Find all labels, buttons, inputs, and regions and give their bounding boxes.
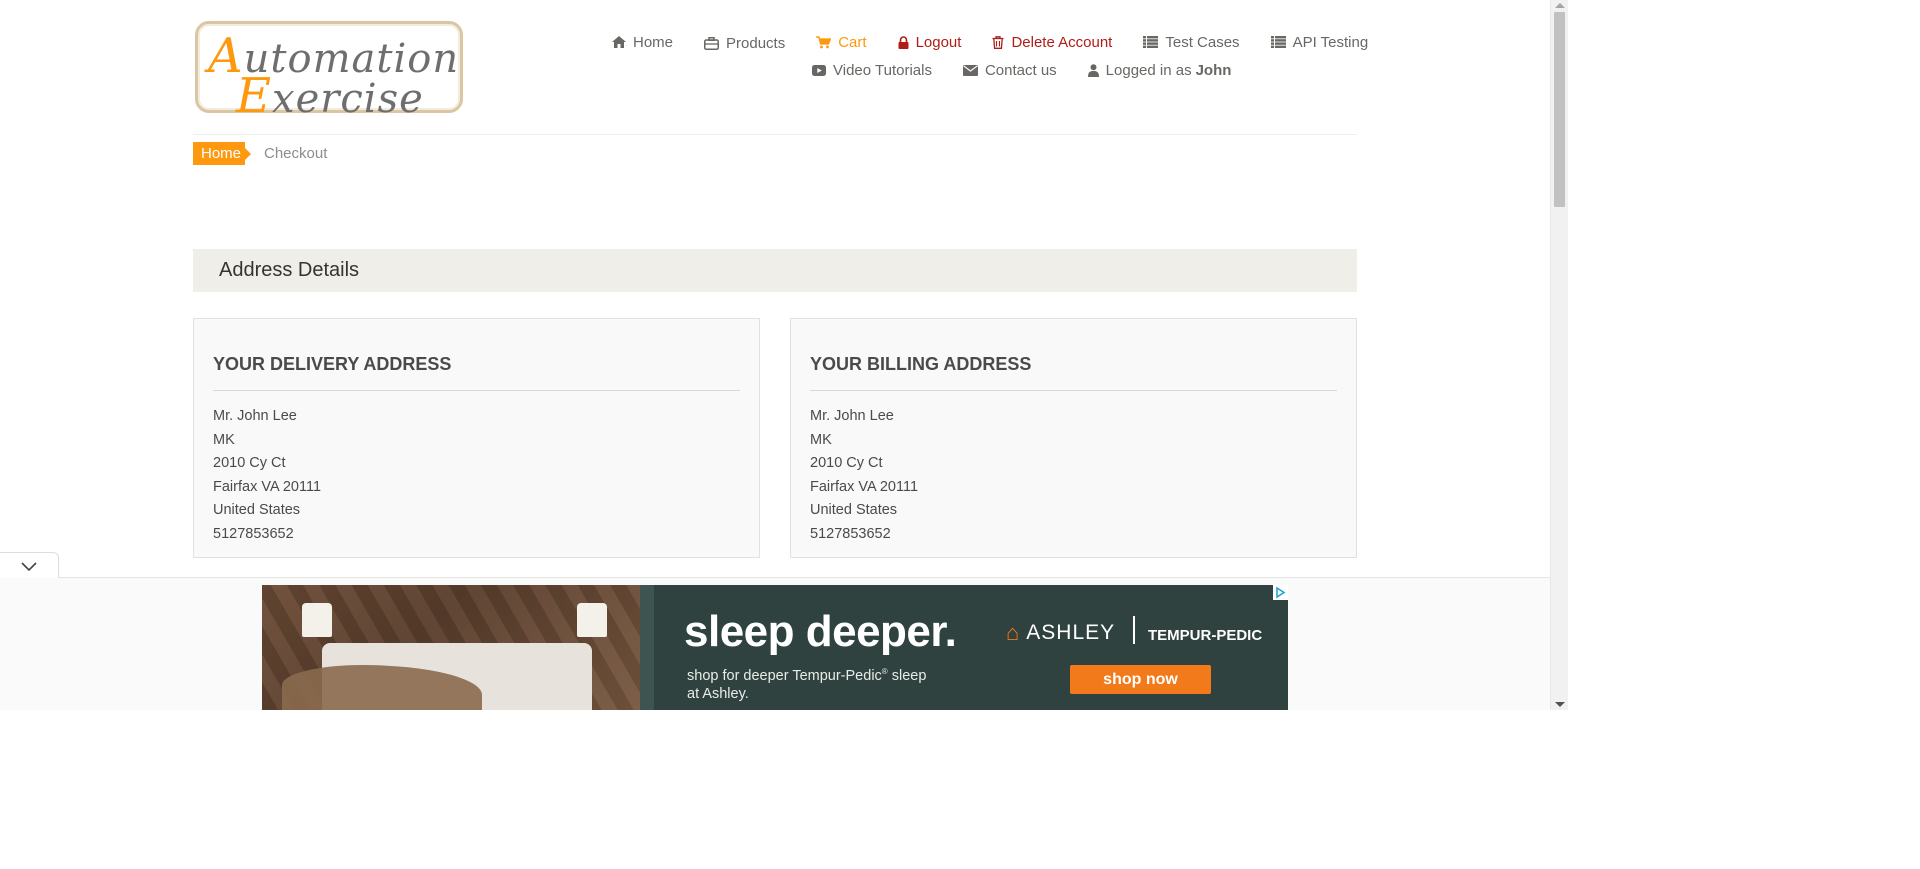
envelope-icon [962,65,978,76]
ad-lamp-right [577,603,607,637]
user-icon [1087,64,1099,77]
trash-icon [992,35,1004,49]
delivery-name: Mr. John Lee [213,408,297,424]
nav-test-cases-label: Test Cases [1165,33,1240,51]
billing-city-state-zip: Fairfax VA 20111 [810,478,919,495]
ad-photo-edge [640,585,654,710]
billing-company: MK [810,431,832,448]
list-icon [1270,36,1286,48]
scroll-down-arrow[interactable] [1555,702,1565,707]
breadcrumb-home[interactable]: Home [193,142,251,165]
nav-delete-account-label: Delete Account [1011,33,1113,51]
logged-in-username: John [1195,62,1232,79]
checkout-page: Automation Exercise Home Products Cart L… [0,0,1568,710]
breadcrumb-current: Checkout [264,145,328,162]
billing-address-title: YOUR BILLING ADDRESS [810,354,1032,374]
ad-collapse-tab[interactable] [0,552,59,578]
nav-video-tutorials-label: Video Tutorials [833,62,932,79]
header-divider [193,134,1357,135]
list-icon [1143,36,1159,48]
ad-banner[interactable]: sleep deeper. shop for deeper Tempur-Ped… [262,585,1288,710]
delivery-address-box: YOUR DELIVERY ADDRESS Mr. John Lee MK 20… [193,318,760,558]
ashley-house-icon: ⌂ [1006,620,1021,645]
billing-name: Mr. John Lee [810,408,894,424]
nav-logged-in-as[interactable]: Logged in as John [1087,62,1232,79]
ad-lamp-left [302,603,332,637]
delivery-street: 2010 Cy Ct [213,455,286,472]
delivery-country: United States [213,502,301,519]
ad-subtext: shop for deeper Tempur-Pedic® sleep at As… [687,667,927,702]
nav-api-testing-label: API Testing [1292,33,1369,51]
delivery-address-lines: Mr. John Lee MK 2010 Cy Ct Fairfax VA 20… [213,405,321,547]
scroll-up-arrow[interactable] [1555,3,1565,8]
nav-logged-in-label: Logged in as [1105,62,1192,79]
billing-address-lines: Mr. John Lee MK 2010 Cy Ct Fairfax VA 20… [810,405,918,547]
nav-test-cases[interactable]: Test Cases [1143,33,1240,51]
address-details-title: Address Details [219,259,360,281]
ad-brand-ashley: ⌂ ASHLEY [1006,620,1116,645]
address-details-header: Address Details [193,249,1357,292]
cart-icon [816,35,832,48]
nav-video-tutorials[interactable]: Video Tutorials [812,62,932,79]
adchoices-icon[interactable] [1273,585,1288,600]
briefcase-icon [704,37,720,50]
delivery-company: MK [213,431,235,448]
nav-cart[interactable]: Cart [816,33,867,51]
main-nav-row-1: Home Products Cart Logout Delete Account… [612,32,1368,52]
ad-brand-separator [1133,616,1135,644]
delivery-address-divider [213,390,740,391]
nav-cart-label: Cart [838,33,867,51]
home-icon [612,36,626,48]
nav-logout[interactable]: Logout [898,33,962,51]
nav-products[interactable]: Products [704,35,785,52]
chevron-down-icon [21,562,37,571]
delivery-city-state-zip: Fairfax VA 20111 [213,478,322,495]
nav-logout-label: Logout [915,33,962,51]
nav-delete-account[interactable]: Delete Account [992,34,1112,51]
ad-headline: sleep deeper. [684,607,957,656]
delivery-address-title: YOUR DELIVERY ADDRESS [213,354,452,374]
lock-icon [898,35,909,49]
billing-address-box: YOUR BILLING ADDRESS Mr. John Lee MK 201… [790,318,1357,558]
nav-contact-us[interactable]: Contact us [962,62,1057,79]
nav-api-testing[interactable]: API Testing [1270,33,1369,51]
youtube-play-icon [812,65,826,76]
ad-brand-tempur: TEMPUR-PEDIC [1148,627,1263,644]
page-scrollbar[interactable] [1550,0,1568,710]
delivery-phone: 5127853652 [213,525,294,542]
nav-home-label: Home [633,33,674,51]
billing-country: United States [810,502,898,519]
nav-home[interactable]: Home [612,34,673,51]
billing-address-divider [810,390,1337,391]
logo-line-2: Exercise [236,68,424,124]
ad-shop-now-button[interactable]: shop now [1070,665,1211,694]
billing-phone: 5127853652 [810,525,891,542]
nav-contact-us-label: Contact us [984,62,1057,79]
nav-products-label: Products [726,35,786,52]
main-nav-row-2: Video Tutorials Contact us Logged in as J… [812,62,1231,79]
site-logo[interactable]: Automation Exercise [195,21,463,124]
billing-street: 2010 Cy Ct [810,455,883,472]
scroll-thumb[interactable] [1554,12,1565,207]
